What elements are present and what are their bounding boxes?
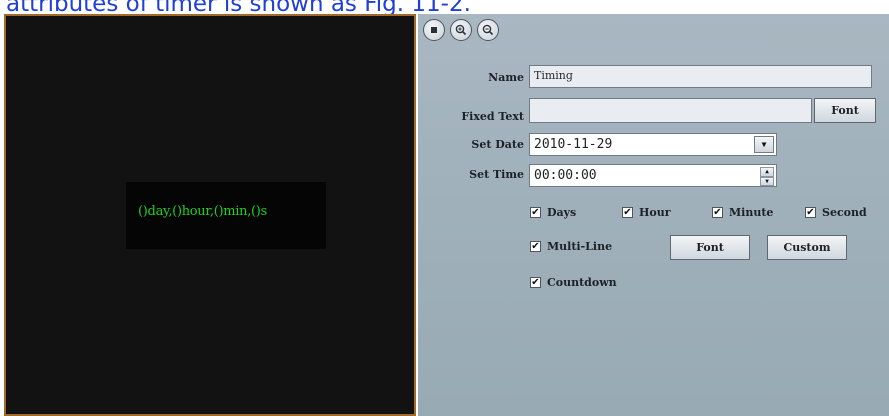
checkbox-minute[interactable]: ✔ <box>712 207 723 218</box>
second-label: Second <box>822 206 867 219</box>
led-timer-text: ()day,()hour,()min,()s <box>138 204 267 219</box>
spin-down-icon[interactable]: ▼ <box>760 176 774 186</box>
properties-panel: Name Timing Fixed Text Font Set Date 201… <box>418 14 889 416</box>
spin-up-icon[interactable]: ▲ <box>760 167 774 177</box>
multi-line-label: Multi-Line <box>547 240 613 253</box>
led-preview-area: ()day,()hour,()min,()s <box>4 14 416 416</box>
countdown-label: Countdown <box>547 276 617 289</box>
fixed-text-font-button[interactable]: Font <box>814 98 876 123</box>
minute-checkbox[interactable]: ✔ Minute <box>712 206 773 219</box>
checkbox-days[interactable]: ✔ <box>530 207 541 218</box>
checkbox-hour[interactable]: ✔ <box>622 207 633 218</box>
name-field[interactable]: Timing <box>529 65 872 88</box>
name-label: Name <box>488 71 524 84</box>
zoom-out-icon <box>482 24 494 36</box>
zoom-in-button[interactable] <box>450 19 472 41</box>
fixed-text-field[interactable] <box>529 98 812 123</box>
days-checkbox[interactable]: ✔ Days <box>530 206 576 219</box>
spinner-buttons[interactable]: ▲ ▼ <box>760 167 774 186</box>
minute-label: Minute <box>729 206 774 219</box>
zoom-out-button[interactable] <box>477 19 499 41</box>
set-time-label: Set Time <box>469 168 524 181</box>
checkbox-second[interactable]: ✔ <box>805 207 816 218</box>
custom-button[interactable]: Custom <box>767 235 847 260</box>
set-date-label: Set Date <box>471 138 524 151</box>
hour-label: Hour <box>639 206 671 219</box>
chevron-down-icon[interactable]: ▼ <box>754 136 774 153</box>
checkbox-multi-line[interactable]: ✔ <box>530 241 541 252</box>
top-margin <box>690 0 889 14</box>
set-date-value: 2010-11-29 <box>534 137 613 152</box>
stop-icon <box>431 27 437 33</box>
multi-line-font-button[interactable]: Font <box>670 235 750 260</box>
countdown-checkbox[interactable]: ✔ Countdown <box>530 276 617 289</box>
hour-checkbox[interactable]: ✔ Hour <box>622 206 671 219</box>
set-date-combo[interactable]: 2010-11-29 ▼ <box>529 133 777 156</box>
fixed-text-label: Fixed Text <box>461 110 524 123</box>
second-checkbox[interactable]: ✔ Second <box>805 206 867 219</box>
led-display-box: ()day,()hour,()min,()s <box>126 182 326 249</box>
days-label: Days <box>547 206 577 219</box>
multi-line-checkbox[interactable]: ✔ Multi-Line <box>530 240 612 253</box>
stop-button[interactable] <box>423 19 445 41</box>
checkbox-countdown[interactable]: ✔ <box>530 277 541 288</box>
set-time-value: 00:00:00 <box>534 168 597 183</box>
zoom-in-icon <box>455 24 467 36</box>
set-time-spinner[interactable]: 00:00:00 ▲ ▼ <box>529 164 777 187</box>
